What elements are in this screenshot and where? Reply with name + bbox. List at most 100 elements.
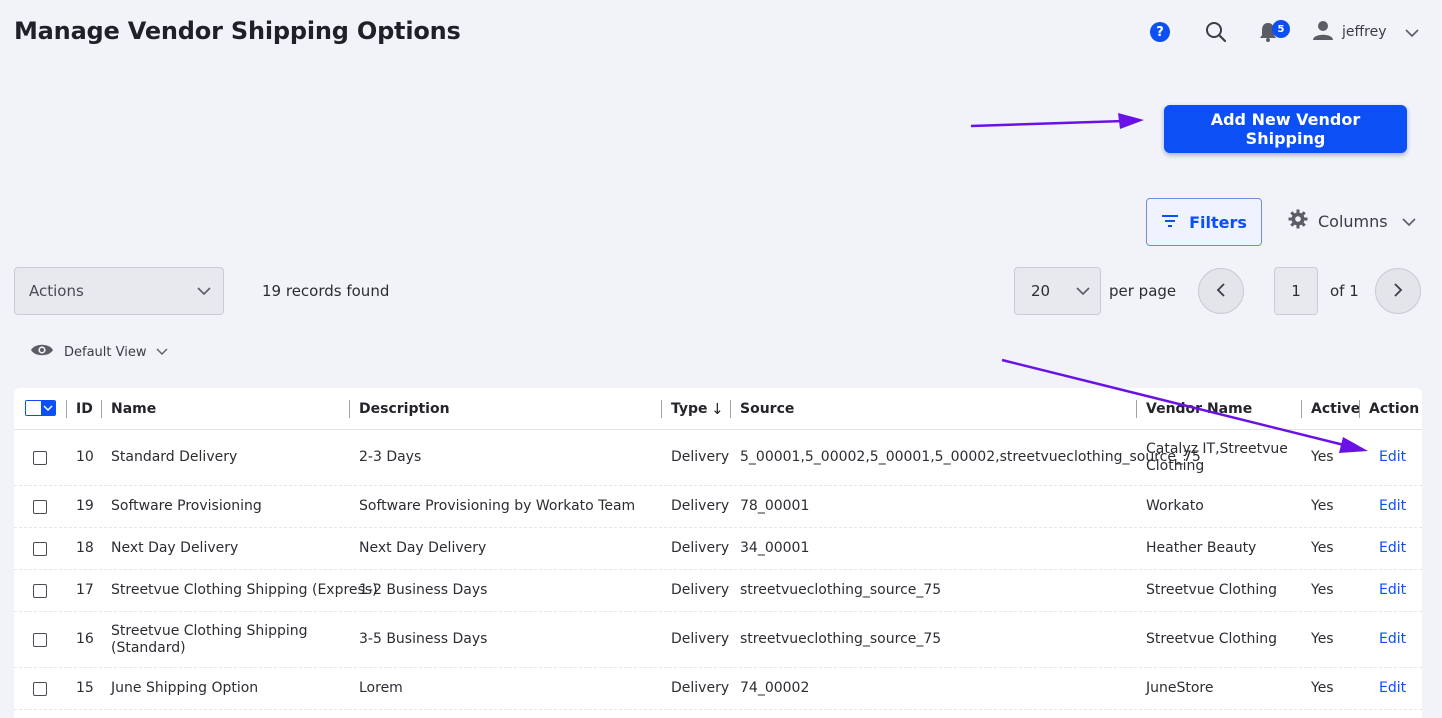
cell-type: Delivery (671, 680, 730, 696)
table-row: 15 June Shipping Option Lorem Delivery 7… (14, 668, 1422, 710)
cell-id: 16 (76, 631, 94, 647)
cell-id: 19 (76, 498, 94, 514)
view-selector[interactable]: Default View (30, 341, 168, 363)
page-total-label: of 1 (1330, 282, 1359, 300)
column-header-active[interactable]: Active (1311, 388, 1360, 429)
help-glyph: ? (1156, 24, 1164, 40)
cell-name: Streetvue Clothing Shipping (Standard) (111, 622, 308, 656)
cell-type: Delivery (671, 631, 730, 647)
cell-name: Next Day Delivery (111, 540, 239, 556)
cell-id: 18 (76, 540, 94, 556)
table-header: ID Name Description Type ↓ Source Vendor… (14, 388, 1422, 430)
add-new-vendor-shipping-button[interactable]: Add New Vendor Shipping (1164, 105, 1407, 153)
column-header-id[interactable]: ID (76, 388, 93, 429)
edit-link[interactable]: Edit (1379, 570, 1406, 611)
chevron-down-icon (197, 282, 211, 300)
user-menu[interactable]: jeffrey (1312, 20, 1419, 44)
columns-label: Columns (1318, 211, 1388, 231)
column-header-description[interactable]: Description (359, 388, 450, 429)
cell-active: Yes (1311, 631, 1334, 647)
column-separator (349, 400, 350, 418)
edit-link[interactable]: Edit (1379, 612, 1406, 667)
help-icon[interactable]: ? (1150, 22, 1170, 42)
column-header-type[interactable]: Type (671, 388, 708, 429)
cell-description: Next Day Delivery (359, 540, 487, 556)
cell-vendor-name: JuneStore (1146, 680, 1214, 696)
row-checkbox-cell (33, 668, 47, 709)
cell-vendor-name: Catalyz IT,Streetvue Clothing (1146, 440, 1288, 474)
row-checkbox[interactable] (33, 499, 47, 514)
cell-type: Delivery (671, 540, 730, 556)
cell-id: 15 (76, 680, 94, 696)
cell-name: Software Provisioning (111, 498, 262, 514)
vendor-shipping-table: ID Name Description Type ↓ Source Vendor… (14, 388, 1422, 718)
filters-button[interactable]: Filters (1146, 198, 1262, 246)
sort-arrow-icon[interactable]: ↓ (711, 388, 724, 429)
row-checkbox-cell (33, 528, 47, 569)
filters-label: Filters (1189, 212, 1247, 232)
current-page-input[interactable]: 1 (1274, 267, 1318, 315)
row-checkbox[interactable] (33, 681, 47, 696)
cell-active: Yes (1311, 582, 1334, 598)
user-icon (1312, 20, 1334, 44)
per-page-label: per page (1109, 282, 1177, 300)
cell-source: 34_00001 (740, 540, 810, 556)
column-separator (1301, 400, 1302, 418)
column-separator (661, 400, 662, 418)
edit-link[interactable]: Edit (1379, 528, 1406, 569)
cell-type: Delivery (671, 582, 730, 598)
cell-description: 3-5 Business Days (359, 631, 488, 647)
row-checkbox[interactable] (33, 450, 47, 465)
cell-id: 17 (76, 582, 94, 598)
column-separator (101, 400, 102, 418)
row-checkbox-cell (33, 486, 47, 527)
chevron-down-icon (1402, 212, 1416, 231)
cell-active: Yes (1311, 449, 1334, 465)
cell-name: June Shipping Option (111, 680, 259, 696)
per-page-value: 20 (1031, 282, 1051, 300)
select-all-chevron-icon[interactable] (41, 401, 55, 415)
column-header-source[interactable]: Source (740, 388, 794, 429)
cell-vendor-name: Streetvue Clothing (1146, 631, 1278, 647)
row-checkbox-cell (33, 430, 47, 485)
actions-label: Actions (29, 282, 84, 300)
gear-icon (1288, 209, 1308, 233)
chevron-down-icon (1404, 23, 1419, 42)
cell-description: Lorem (359, 680, 403, 696)
edit-link[interactable]: Edit (1379, 668, 1406, 709)
chevron-down-icon (156, 345, 168, 360)
actions-dropdown[interactable]: Actions (14, 267, 224, 315)
cell-active: Yes (1311, 540, 1334, 556)
cell-active: Yes (1311, 680, 1334, 696)
column-separator (1136, 400, 1137, 418)
columns-button[interactable]: Columns (1288, 206, 1416, 236)
column-header-name[interactable]: Name (111, 388, 156, 429)
edit-link[interactable]: Edit (1379, 486, 1406, 527)
row-checkbox[interactable] (33, 632, 47, 647)
next-page-button[interactable] (1375, 268, 1421, 314)
user-name: jeffrey (1342, 24, 1387, 40)
column-separator (730, 400, 731, 418)
previous-page-button[interactable] (1198, 268, 1244, 314)
cell-description: 1-2 Business Days (359, 582, 488, 598)
page-title: Manage Vendor Shipping Options (14, 17, 461, 45)
search-icon[interactable] (1204, 20, 1228, 44)
table-row: 16 Streetvue Clothing Shipping (Standard… (14, 612, 1422, 668)
column-separator (1359, 400, 1360, 418)
row-checkbox[interactable] (33, 541, 47, 556)
row-checkbox-cell (33, 570, 47, 611)
per-page-dropdown[interactable]: 20 (1014, 267, 1101, 315)
cell-description: Software Provisioning by Workato Team (359, 498, 636, 514)
cell-name: Standard Delivery (111, 449, 238, 465)
cell-vendor-name: Heather Beauty (1146, 540, 1257, 556)
table-row: 17 Streetvue Clothing Shipping (Express)… (14, 570, 1422, 612)
row-checkbox[interactable] (33, 583, 47, 598)
cell-description: 2-3 Days (359, 449, 422, 465)
column-header-vendor-name[interactable]: Vendor Name (1146, 388, 1252, 429)
table-row: 19 Software Provisioning Software Provis… (14, 486, 1422, 528)
notification-badge: 5 (1272, 20, 1290, 38)
edit-link[interactable]: Edit (1379, 430, 1406, 485)
cell-source: 78_00001 (740, 498, 810, 514)
cell-active: Yes (1311, 498, 1334, 514)
select-all-checkbox[interactable] (25, 400, 56, 416)
